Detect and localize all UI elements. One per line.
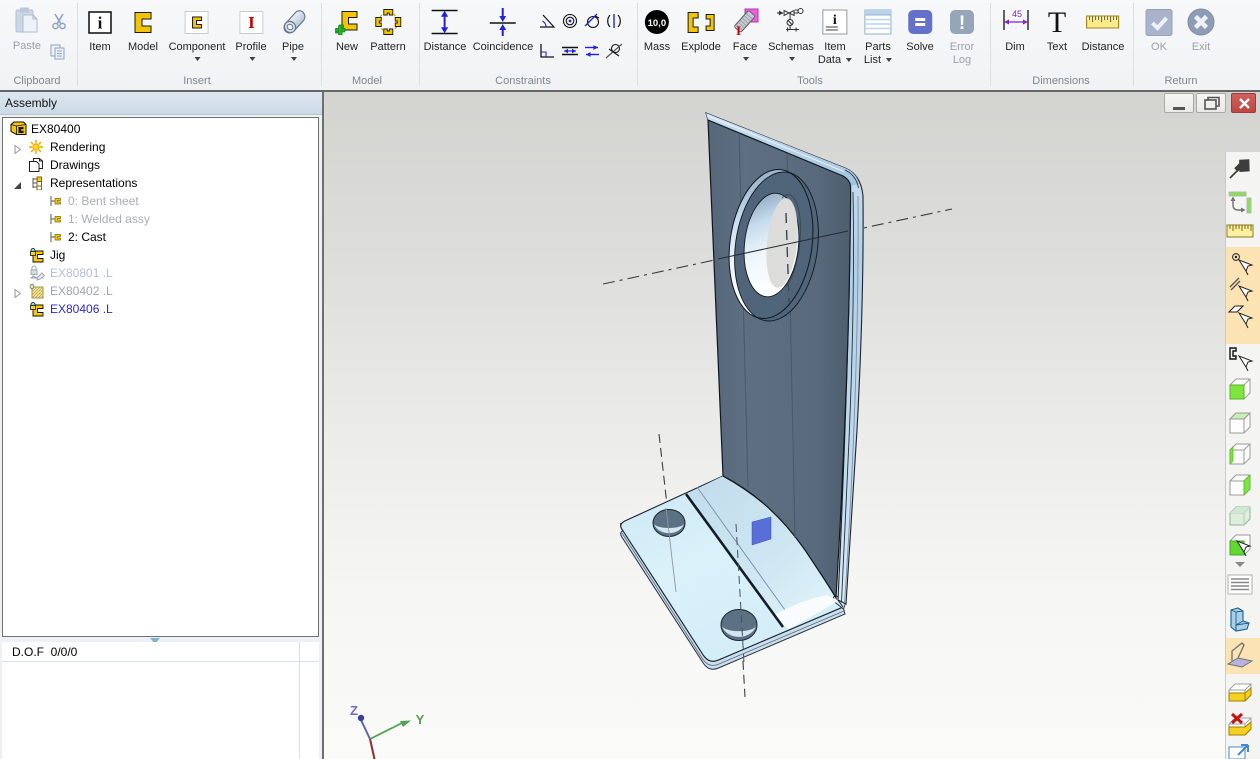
svg-text:i: i xyxy=(98,13,103,32)
svg-text:Y: Y xyxy=(416,712,425,727)
svg-text:T: T xyxy=(1048,8,1066,36)
svg-text:!: ! xyxy=(959,13,965,34)
svg-text:45: 45 xyxy=(1012,9,1022,19)
svg-text:10,0: 10,0 xyxy=(648,18,667,29)
svg-text:Z: Z xyxy=(350,703,358,718)
svg-text:I: I xyxy=(736,23,741,36)
svg-text:I: I xyxy=(248,13,255,32)
svg-text:i: i xyxy=(833,13,837,28)
